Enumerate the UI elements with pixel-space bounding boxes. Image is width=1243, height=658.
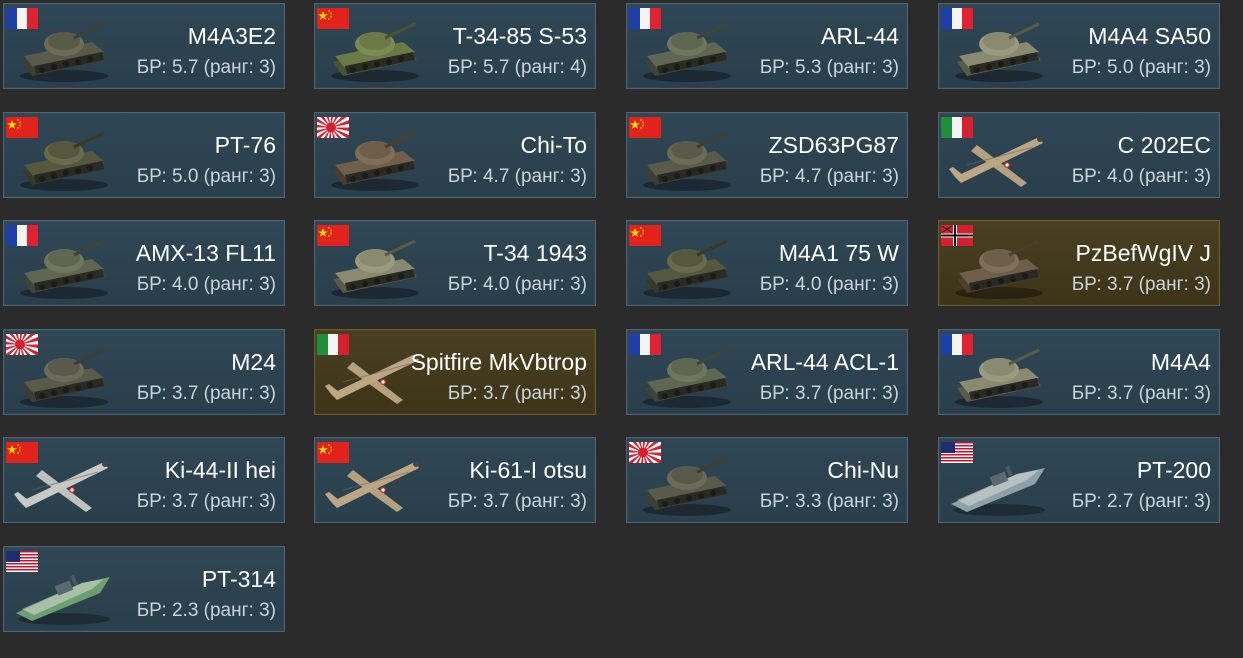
vehicle-card[interactable]: PT-200 БР: 2.7 (ранг: 3) bbox=[938, 437, 1220, 523]
vehicle-card[interactable]: Chi-Nu БР: 3.3 (ранг: 3) bbox=[626, 437, 908, 523]
vehicle-card[interactable]: PT-314 БР: 2.3 (ранг: 3) bbox=[3, 546, 285, 632]
vehicle-name: T-34-85 S-53 bbox=[452, 23, 587, 49]
france-flag-icon bbox=[629, 8, 661, 29]
battle-rating: БР: 5.0 (ранг: 3) bbox=[1071, 57, 1211, 78]
france-flag-icon bbox=[6, 8, 38, 29]
japan-flag-icon bbox=[627, 438, 673, 483]
italy-flag-icon bbox=[941, 117, 973, 138]
vehicle-card[interactable]: M24 БР: 3.7 (ранг: 3) bbox=[3, 329, 285, 415]
china-flag-icon bbox=[317, 225, 349, 246]
battle-rating: БР: 4.0 (ранг: 3) bbox=[447, 274, 587, 295]
china-flag-icon bbox=[317, 442, 349, 463]
battle-rating: БР: 2.3 (ранг: 3) bbox=[136, 600, 276, 621]
france-flag-icon bbox=[629, 334, 661, 355]
battle-rating: БР: 5.3 (ранг: 3) bbox=[759, 57, 899, 78]
japan-flag-icon bbox=[4, 330, 50, 375]
battle-rating: БР: 3.7 (ранг: 3) bbox=[447, 383, 587, 404]
vehicle-name: Ki-44-II hei bbox=[164, 457, 276, 483]
battle-rating: БР: 3.7 (ранг: 3) bbox=[136, 383, 276, 404]
battle-rating: БР: 3.7 (ранг: 3) bbox=[136, 491, 276, 512]
vehicle-name: M4A4 bbox=[1150, 349, 1211, 375]
battle-rating: БР: 4.0 (ранг: 3) bbox=[136, 274, 276, 295]
battle-rating: БР: 2.7 (ранг: 3) bbox=[1071, 491, 1211, 512]
battle-rating: БР: 3.3 (ранг: 3) bbox=[759, 491, 899, 512]
france-flag-icon bbox=[941, 334, 973, 355]
italy-flag-icon bbox=[317, 334, 349, 355]
vehicle-name: PzBefWgIV J bbox=[1075, 240, 1211, 266]
france-flag-icon bbox=[6, 225, 38, 246]
vehicle-name: AMX-13 FL11 bbox=[135, 240, 276, 266]
vehicle-name: PT-314 bbox=[201, 566, 276, 592]
vehicle-card[interactable]: AMX-13 FL11 БР: 4.0 (ранг: 3) bbox=[3, 220, 285, 306]
battle-rating: БР: 4.0 (ранг: 3) bbox=[759, 274, 899, 295]
china-flag-icon bbox=[629, 117, 661, 138]
china-flag-icon bbox=[317, 8, 349, 29]
france-flag-icon bbox=[941, 8, 973, 29]
vehicle-card[interactable]: Spitfire MkVbtrop БР: 3.7 (ранг: 3) bbox=[314, 329, 596, 415]
vehicle-name: ARL-44 ACL-1 bbox=[750, 349, 899, 375]
vehicle-card[interactable]: Chi-To БР: 4.7 (ранг: 3) bbox=[314, 112, 596, 198]
vehicle-name: Ki-61-I otsu bbox=[469, 457, 587, 483]
china-flag-icon bbox=[6, 117, 38, 138]
usa-flag-icon bbox=[6, 551, 38, 572]
germany-flag-icon bbox=[941, 225, 973, 246]
vehicle-name: M24 bbox=[231, 349, 276, 375]
battle-rating: БР: 5.7 (ранг: 4) bbox=[447, 57, 587, 78]
vehicle-card[interactable]: T-34 1943 БР: 4.0 (ранг: 3) bbox=[314, 220, 596, 306]
china-flag-icon bbox=[629, 225, 661, 246]
vehicle-name: PT-200 bbox=[1136, 457, 1211, 483]
battle-rating: БР: 5.7 (ранг: 3) bbox=[136, 57, 276, 78]
vehicle-card[interactable]: ARL-44 БР: 5.3 (ранг: 3) bbox=[626, 3, 908, 89]
vehicle-card[interactable]: Ki-44-II hei БР: 3.7 (ранг: 3) bbox=[3, 437, 285, 523]
vehicle-card[interactable]: M4A4 БР: 3.7 (ранг: 3) bbox=[938, 329, 1220, 415]
vehicle-card[interactable]: PzBefWgIV J БР: 3.7 (ранг: 3) bbox=[938, 220, 1220, 306]
vehicle-name: Chi-To bbox=[520, 132, 587, 158]
battle-rating: БР: 3.7 (ранг: 3) bbox=[759, 383, 899, 404]
vehicle-name: PT-76 bbox=[214, 132, 276, 158]
vehicle-name: Chi-Nu bbox=[827, 457, 899, 483]
vehicle-name: M4A1 75 W bbox=[778, 240, 899, 266]
battle-rating: БР: 4.0 (ранг: 3) bbox=[1071, 166, 1211, 187]
vehicle-name: M4A4 SA50 bbox=[1088, 23, 1211, 49]
vehicle-card[interactable]: PT-76 БР: 5.0 (ранг: 3) bbox=[3, 112, 285, 198]
usa-flag-icon bbox=[941, 442, 973, 463]
battle-rating: БР: 4.7 (ранг: 3) bbox=[447, 166, 587, 187]
vehicle-card[interactable]: M4A4 SA50 БР: 5.0 (ранг: 3) bbox=[938, 3, 1220, 89]
vehicle-card[interactable]: Ki-61-I otsu БР: 3.7 (ранг: 3) bbox=[314, 437, 596, 523]
vehicle-name: Spitfire MkVbtrop bbox=[410, 349, 587, 375]
vehicle-card[interactable]: M4A3E2 БР: 5.7 (ранг: 3) bbox=[3, 3, 285, 89]
battle-rating: БР: 4.7 (ранг: 3) bbox=[759, 166, 899, 187]
battle-rating: БР: 3.7 (ранг: 3) bbox=[447, 491, 587, 512]
japan-flag-icon bbox=[315, 113, 361, 158]
vehicle-name: M4A3E2 bbox=[187, 23, 276, 49]
battle-rating: БР: 3.7 (ранг: 3) bbox=[1071, 274, 1211, 295]
vehicle-card[interactable]: M4A1 75 W БР: 4.0 (ранг: 3) bbox=[626, 220, 908, 306]
vehicle-card[interactable]: T-34-85 S-53 БР: 5.7 (ранг: 4) bbox=[314, 3, 596, 89]
vehicle-name: ARL-44 bbox=[821, 23, 899, 49]
battle-rating: БР: 3.7 (ранг: 3) bbox=[1071, 383, 1211, 404]
battle-rating: БР: 5.0 (ранг: 3) bbox=[136, 166, 276, 187]
vehicle-name: C 202EC bbox=[1117, 132, 1211, 158]
china-flag-icon bbox=[6, 442, 38, 463]
vehicle-card[interactable]: C 202EC БР: 4.0 (ранг: 3) bbox=[938, 112, 1220, 198]
vehicle-card[interactable]: ZSD63PG87 БР: 4.7 (ранг: 3) bbox=[626, 112, 908, 198]
vehicle-grid: M4A3E2 БР: 5.7 (ранг: 3) T-34-85 S-53 БР: … bbox=[0, 0, 1243, 658]
vehicle-name: ZSD63PG87 bbox=[768, 132, 899, 158]
vehicle-name: T-34 1943 bbox=[483, 240, 587, 266]
vehicle-card[interactable]: ARL-44 ACL-1 БР: 3.7 (ранг: 3) bbox=[626, 329, 908, 415]
